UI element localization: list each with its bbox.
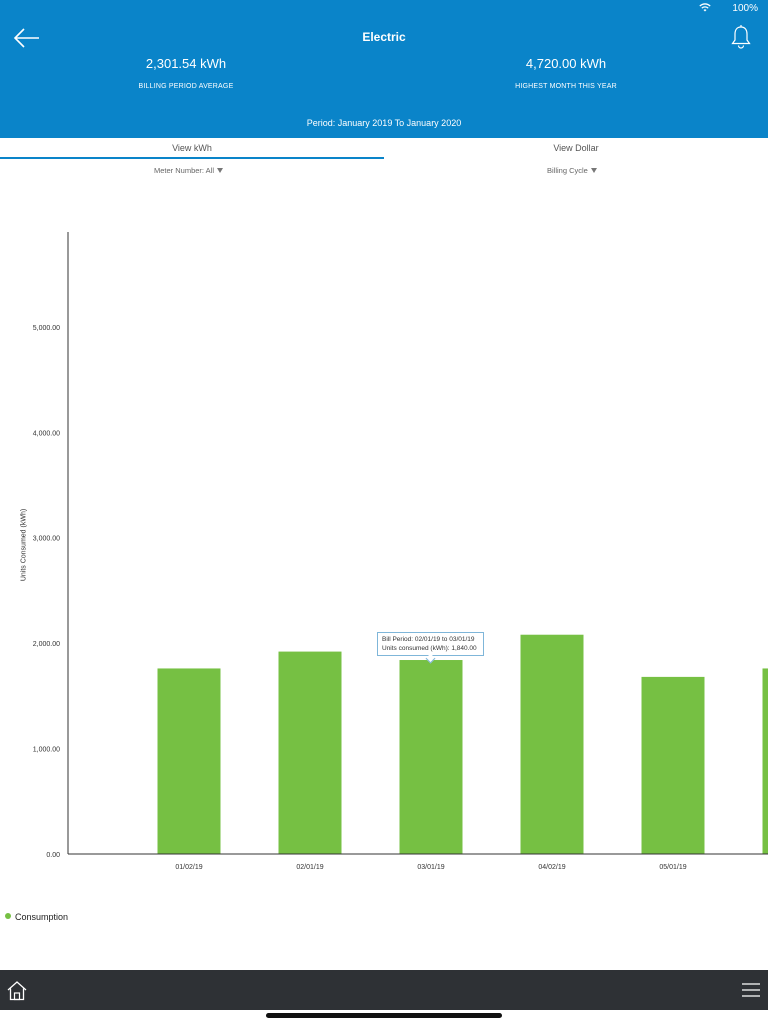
home-indicator: [266, 1013, 502, 1018]
y-tick-label: 1,000.00: [33, 747, 60, 754]
bar-2[interactable]: [399, 660, 463, 854]
battery-status: 100%: [732, 3, 758, 14]
y-tick-label: 5,000.00: [33, 325, 60, 332]
app-header: 100% Electric 2,301.54 kWh BILLING PERIO…: [0, 0, 768, 138]
period-range: Period: January 2019 To January 2020: [306, 118, 462, 128]
highest-month-stat: 4,720.00 kWh HIGHEST MONTH THIS YEAR: [446, 56, 686, 90]
highest-month-value: 4,720.00 kWh: [525, 56, 607, 71]
x-tick-label: 03/01/19: [417, 864, 444, 871]
legend-dot: [5, 913, 11, 919]
bell-icon[interactable]: [730, 24, 752, 50]
caret-down-icon: [590, 168, 597, 173]
y-tick-label: 3,000.00: [33, 536, 60, 543]
x-tick-label: 05/01/19: [659, 864, 686, 871]
y-tick-label: 0.00: [46, 852, 60, 859]
bar-5[interactable]: [762, 668, 768, 854]
hamburger-menu-icon[interactable]: [742, 983, 760, 997]
tab-view-dollar[interactable]: View Dollar: [384, 138, 768, 158]
tooltip-units: Units consumed (kWh): 1,840.00: [382, 645, 477, 652]
billing-average-stat: 2,301.54 kWh BILLING PERIOD AVERAGE: [66, 56, 306, 90]
bar-0[interactable]: [157, 668, 221, 854]
bar-4[interactable]: [641, 676, 705, 854]
billing-cycle-dropdown[interactable]: Billing Cycle: [547, 166, 597, 175]
wifi-icon: [699, 3, 711, 12]
legend-label: Consumption: [15, 912, 69, 922]
x-tick-label: 04/02/19: [538, 864, 565, 871]
bar-3[interactable]: [520, 634, 584, 854]
y-tick-label: 2,000.00: [33, 641, 60, 648]
x-tick-label: 01/02/19: [175, 864, 202, 871]
tooltip-period: Bill Period: 02/01/19 to 03/01/19: [382, 636, 475, 643]
billing-average-label: BILLING PERIOD AVERAGE: [138, 83, 234, 90]
chart-legend[interactable]: Consumption: [5, 912, 68, 922]
bar-tooltip: Bill Period: 02/01/19 to 03/01/19 Units …: [377, 632, 484, 656]
y-tick-label: 4,000.00: [33, 430, 60, 437]
caret-down-icon: [217, 168, 224, 173]
page-title: Electric: [362, 30, 406, 44]
meter-number-label: Meter Number: All: [154, 166, 215, 175]
bottom-nav-bar: [0, 970, 768, 1010]
bar-1[interactable]: [278, 651, 342, 854]
home-icon[interactable]: [6, 980, 28, 1002]
x-tick-label: 02/01/19: [296, 864, 323, 871]
tab-view-kwh[interactable]: View kWh: [0, 138, 384, 159]
meter-number-dropdown[interactable]: Meter Number: All: [154, 166, 224, 175]
billing-cycle-label: Billing Cycle: [547, 166, 588, 175]
billing-average-value: 2,301.54 kWh: [145, 56, 227, 71]
highest-month-label: HIGHEST MONTH THIS YEAR: [515, 83, 617, 90]
consumption-bar-chart: 01/02/19 02/01/19 03/01/19 04/02/19 05/01/19…: [33, 232, 768, 871]
